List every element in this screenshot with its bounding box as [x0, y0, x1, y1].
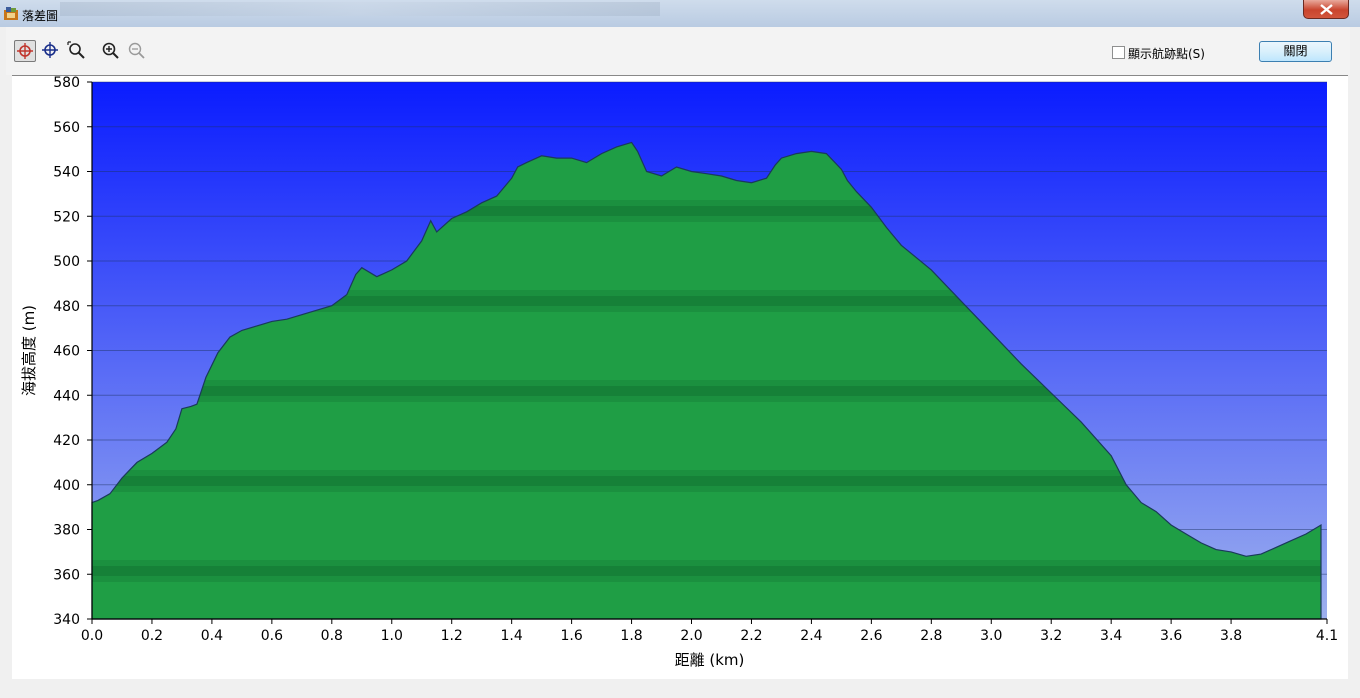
x-tick-label: 0.0: [81, 628, 103, 644]
zoom-area-icon: [67, 41, 85, 59]
elevation-profile-window: 落差圖 顯示航跡點(S) 關閉 340 360 380 400 420 440 …: [0, 0, 1360, 698]
y-tick-label: 460: [53, 344, 80, 360]
x-tick-label: 0.4: [201, 628, 223, 644]
x-tick-label: 0.2: [141, 628, 163, 644]
elevation-chart-frame: 340 360 380 400 420 440 460 480 500 520 540 560 580 0…: [12, 75, 1348, 680]
x-tick-label: 2.0: [680, 628, 702, 644]
elevation-chart[interactable]: 340 360 380 400 420 440 460 480 500 520 540 560 580 0…: [12, 75, 1348, 680]
crosshair-icon: [17, 43, 33, 59]
y-tick-label: 500: [53, 254, 80, 270]
x-tick-label: 2.6: [860, 628, 882, 644]
window-close-button[interactable]: [1303, 0, 1349, 19]
y-tick-label: 580: [53, 76, 80, 91]
title-bar: 落差圖: [0, 0, 1360, 27]
show-waypoints-checkbox[interactable]: [1112, 46, 1125, 59]
x-tick-label: 0.6: [261, 628, 283, 644]
crosshair-icon: [42, 42, 58, 58]
x-tick-label: 1.0: [381, 628, 403, 644]
x-tick-label: 3.4: [1100, 628, 1122, 644]
x-tick-label: 2.8: [920, 628, 942, 644]
y-tick-label: 440: [53, 388, 80, 404]
zoom-out-tool[interactable]: [126, 40, 148, 62]
x-tick-label: 0.8: [321, 628, 343, 644]
show-waypoints-label: 顯示航跡點(S): [1128, 47, 1205, 61]
x-tick-label: 3.8: [1220, 628, 1242, 644]
zoom-in-icon: [102, 42, 119, 59]
x-tick-label: 1.4: [501, 628, 523, 644]
x-tick-label: 2.2: [740, 628, 762, 644]
app-icon: [4, 7, 18, 20]
close-icon: [1320, 4, 1333, 15]
y-tick-label: 560: [53, 120, 80, 136]
x-axis-label: 距離 (km): [675, 651, 745, 669]
title-bar-background: [60, 2, 660, 16]
window-title: 落差圖: [22, 9, 59, 23]
x-tick-label: 3.0: [980, 628, 1002, 644]
x-tick-label: 3.2: [1040, 628, 1062, 644]
y-tick-label: 380: [53, 523, 80, 539]
zoom-in-tool[interactable]: [100, 40, 122, 62]
zoom-out-icon: [128, 42, 145, 59]
x-tick-label: 3.6: [1160, 628, 1182, 644]
x-tick-label: 1.2: [441, 628, 463, 644]
y-tick-label: 520: [53, 209, 80, 225]
y-tick-label: 480: [53, 299, 80, 315]
zoom-area-tool[interactable]: [66, 40, 88, 62]
crosshair-select-tool[interactable]: [14, 40, 36, 62]
x-tick-label: 1.6: [560, 628, 582, 644]
x-tick-label: 4.1: [1316, 628, 1338, 644]
crosshair-move-tool[interactable]: [40, 40, 62, 62]
x-tick-label: 1.8: [620, 628, 642, 644]
y-tick-label: 340: [53, 612, 80, 628]
y-tick-label: 540: [53, 165, 80, 181]
status-bar: [0, 679, 1360, 698]
close-button[interactable]: 關閉: [1259, 41, 1332, 62]
y-tick-label: 420: [53, 433, 80, 449]
y-tick-label: 360: [53, 567, 80, 583]
y-tick-label: 400: [53, 478, 80, 494]
x-tick-label: 2.4: [800, 628, 822, 644]
y-axis-label: 海拔高度 (m): [20, 305, 38, 396]
